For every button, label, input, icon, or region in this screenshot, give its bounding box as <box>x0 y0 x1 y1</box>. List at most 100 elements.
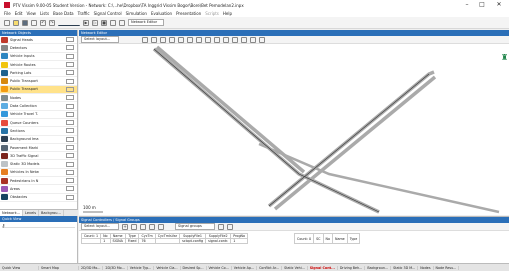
bottom-tab[interactable]: Driving Beh... <box>338 265 366 270</box>
bottom-tab[interactable]: Vehicle Cla... <box>154 265 181 270</box>
maximize-button[interactable]: □ <box>475 0 489 10</box>
menu-base-data[interactable]: Base Data <box>53 11 74 16</box>
bottom-tab[interactable]: Conflict Ar... <box>257 265 283 270</box>
graphic-parameters-swatch[interactable] <box>66 145 74 150</box>
network-editor-combo[interactable]: Network Editor <box>128 19 164 26</box>
network-object-item[interactable]: Signal Heads <box>0 36 77 45</box>
graphic-parameters-swatch[interactable] <box>66 194 74 200</box>
graphic-parameters-swatch[interactable] <box>66 62 74 68</box>
pan-icon[interactable] <box>178 36 184 43</box>
column-header[interactable]: CycTmIsVar <box>154 233 181 239</box>
graphic-parameters-swatch[interactable] <box>66 128 74 134</box>
network-canvas[interactable]: ♜ 100 m <box>79 44 509 215</box>
table-cell[interactable]: signal.contr. <box>205 238 232 244</box>
signal-layout-combo[interactable]: Select layout... <box>81 223 119 230</box>
network-object-item[interactable]: Public Transport <box>0 77 77 86</box>
list-settings-icon[interactable] <box>227 223 233 230</box>
network-object-item[interactable]: Vehicle Inputs <box>0 53 77 61</box>
tab-smart-map[interactable]: Smart Map <box>39 265 79 270</box>
grid-icon[interactable] <box>119 19 125 26</box>
graphic-parameters-swatch[interactable] <box>66 186 74 192</box>
undo-icon[interactable]: ↶ <box>40 19 46 26</box>
pointer-icon[interactable] <box>142 36 148 43</box>
bottom-tab[interactable]: Static 3D M... <box>391 265 419 270</box>
graphic-parameters-swatch[interactable] <box>66 86 74 92</box>
bottom-tab[interactable]: Backgroun... <box>365 265 392 270</box>
menu-file[interactable]: File <box>4 11 11 16</box>
network-object-item[interactable]: Vehicle Travel T. <box>0 111 77 119</box>
tab-quick-view[interactable]: Quick View <box>0 265 39 270</box>
column-header[interactable]: ProgNo <box>230 233 249 239</box>
menu-scripts[interactable]: Scripts <box>205 11 219 16</box>
menu-signal-control[interactable]: Signal Control <box>94 11 122 16</box>
play-icon[interactable]: ▶ <box>83 19 89 26</box>
close-button[interactable]: ✕ <box>492 0 506 10</box>
bottom-tab[interactable]: Vehicle Ap... <box>232 265 258 270</box>
measure-icon[interactable] <box>205 36 211 43</box>
graphic-parameters-swatch[interactable] <box>66 45 74 51</box>
rotate-icon[interactable] <box>196 36 202 43</box>
graphic-parameters-swatch[interactable] <box>66 136 74 142</box>
network-object-item[interactable]: Sections <box>0 127 77 136</box>
menu-traffic[interactable]: Traffic <box>78 11 90 16</box>
3d-view-icon[interactable] <box>187 36 193 43</box>
graphic-parameters-swatch[interactable] <box>66 70 74 76</box>
graphic-parameters-swatch[interactable] <box>66 169 74 175</box>
table-cell[interactable]: SIGNA <box>109 238 126 244</box>
table-cell[interactable]: 1 <box>230 238 249 244</box>
signal-icon[interactable] <box>250 36 256 43</box>
bottom-tab[interactable]: 2D/3D Mo... <box>79 265 104 270</box>
link-bar-icon[interactable] <box>232 36 238 43</box>
table-cell[interactable]: 76 <box>138 238 156 244</box>
simulation-slider-icon[interactable] <box>58 20 80 26</box>
edit-icon[interactable] <box>131 223 137 230</box>
graphic-parameters-swatch[interactable] <box>66 153 74 159</box>
sort-asc-icon[interactable] <box>149 223 155 230</box>
menu-lists[interactable]: Lists <box>40 11 49 16</box>
graphic-parameters-swatch[interactable] <box>66 111 74 117</box>
redo-icon[interactable]: ↷ <box>49 19 55 26</box>
table-row[interactable]: 1 SIGNA Fixed 76 sclopt.config signal.co… <box>80 238 249 244</box>
graphic-parameters-swatch[interactable] <box>66 78 74 84</box>
network-object-item[interactable]: Nodes <box>0 94 77 103</box>
sort-desc-icon[interactable] <box>158 223 164 230</box>
graphic-parameters-swatch[interactable] <box>66 161 74 167</box>
column-header[interactable]: Type <box>346 233 361 244</box>
zoom-in-icon[interactable] <box>151 36 157 43</box>
print-icon[interactable] <box>31 19 37 26</box>
vehicle-marker-icon[interactable]: ♜ <box>501 53 508 62</box>
network-object-item[interactable]: Vehicles In Netw <box>0 169 77 178</box>
table-cell[interactable]: Fixed <box>124 238 140 244</box>
graphic-parameters-swatch[interactable] <box>66 103 74 109</box>
network-object-item[interactable]: Static 3D Models <box>0 160 77 169</box>
bottom-tab[interactable]: Vehicle Co... <box>207 265 232 270</box>
save-icon[interactable] <box>22 19 28 26</box>
table-cell[interactable]: 1 <box>100 238 111 244</box>
network-object-item[interactable]: Queue Counters <box>0 119 77 128</box>
network-object-item[interactable]: Parking Lots <box>0 69 77 78</box>
graphic-parameters-swatch[interactable] <box>66 53 74 59</box>
background-icon[interactable] <box>223 36 229 43</box>
bottom-tab[interactable]: Desired Sp... <box>181 265 207 270</box>
filter-icon[interactable] <box>218 223 224 230</box>
network-object-item[interactable]: Data Collection <box>0 102 77 111</box>
column-header[interactable]: SC <box>313 233 324 244</box>
layout-combo[interactable]: Select layout... <box>81 36 119 43</box>
layout-icon[interactable] <box>110 19 116 26</box>
bottom-tab[interactable]: Nodes <box>418 265 434 270</box>
table-cell[interactable]: sclopt.config <box>179 238 207 244</box>
network-object-item[interactable]: Background Ima <box>0 136 77 144</box>
bottom-tab[interactable]: 2D/3D Mo... <box>103 265 128 270</box>
vehicle-icon[interactable] <box>241 36 247 43</box>
menu-help[interactable]: Help <box>223 11 232 16</box>
menu-edit[interactable]: Edit <box>15 11 23 16</box>
open-folder-icon[interactable] <box>13 19 19 26</box>
column-header[interactable]: SupplyFile1 <box>179 233 207 239</box>
minimize-button[interactable]: – <box>460 0 474 10</box>
zoom-all-icon[interactable] <box>169 36 175 43</box>
network-object-item[interactable]: Detectors <box>0 44 77 53</box>
bottom-tab[interactable]: Static Vehi... <box>282 265 308 270</box>
add-icon[interactable]: + <box>122 223 128 230</box>
zoom-out-icon[interactable] <box>160 36 166 43</box>
new-file-icon[interactable] <box>4 19 10 26</box>
